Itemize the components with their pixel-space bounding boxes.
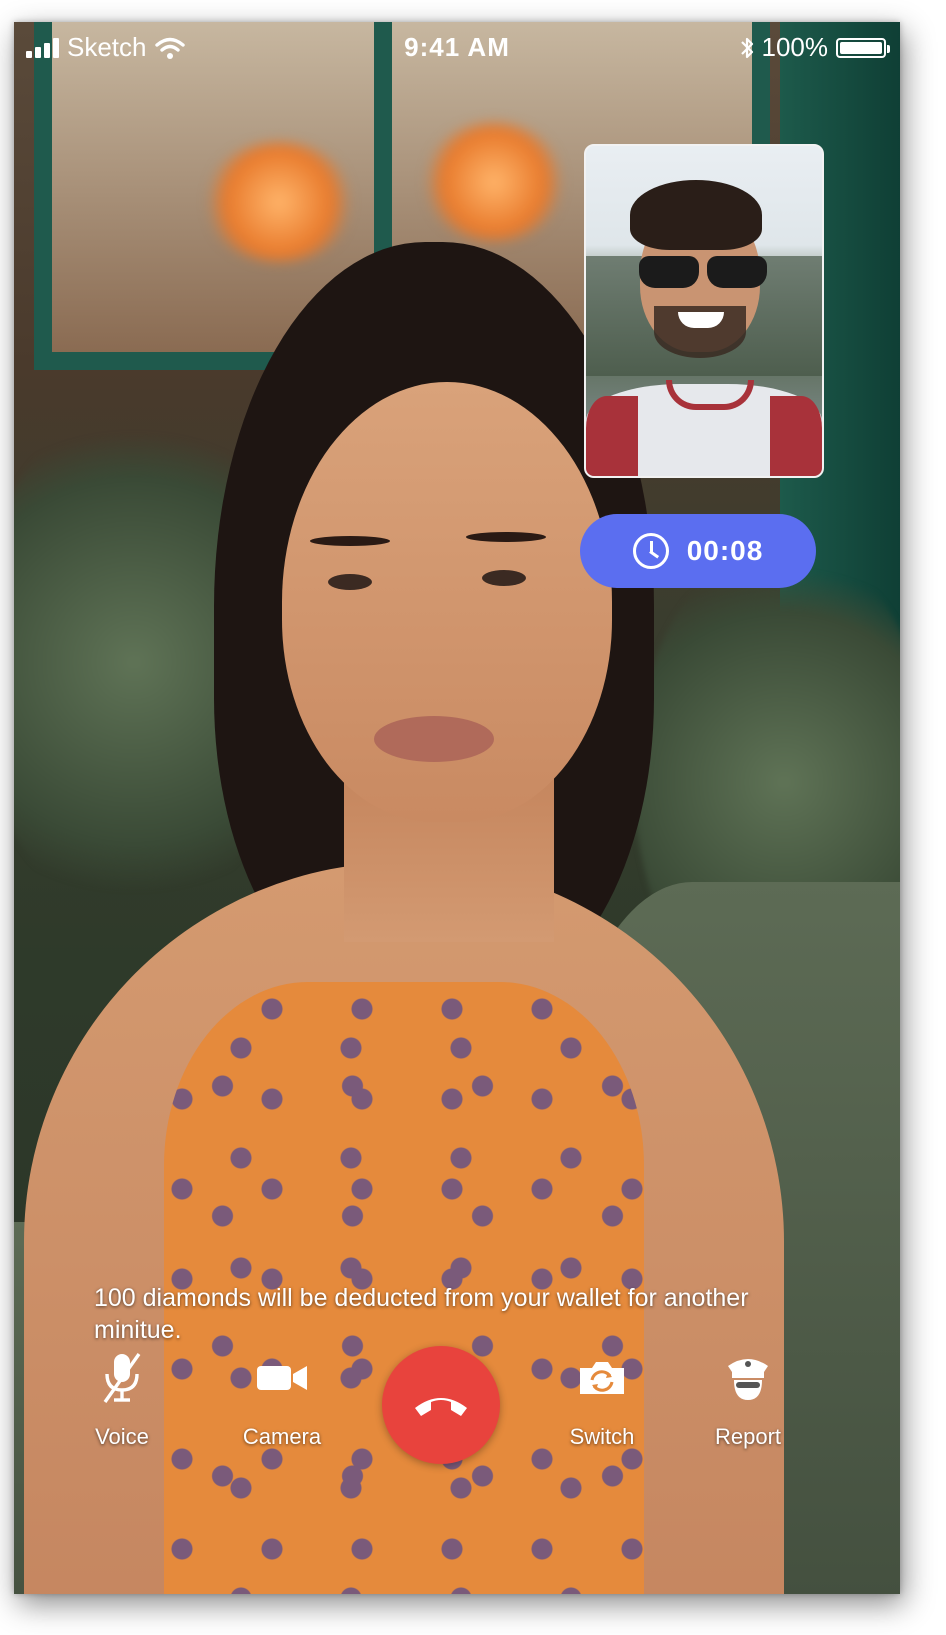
camera-label: Camera: [242, 1424, 322, 1449]
preview-hair: [630, 180, 762, 250]
status-right: 100%: [740, 32, 890, 63]
mic-off-icon: [103, 1353, 141, 1403]
call-controls: Voice Camera Switch Report: [14, 1346, 900, 1496]
report-icon: [728, 1359, 768, 1400]
camera-button[interactable]: Camera: [212, 1346, 352, 1450]
switch-camera-icon: [580, 1362, 624, 1394]
end-call-icon: [415, 1398, 467, 1416]
video-camera-icon: [257, 1366, 307, 1390]
person-lips: [374, 716, 494, 762]
billing-notice: 100 diamonds will be deducted from your …: [94, 1284, 749, 1344]
battery-level: [840, 41, 882, 54]
background-lamp: [204, 142, 354, 262]
preview-sleeve: [586, 396, 638, 476]
preview-sleeve: [770, 396, 822, 476]
end-call-button[interactable]: [382, 1346, 500, 1464]
video-call-screen: Sketch 9:41 AM 100% 00:08 100 diamonds w…: [14, 22, 900, 1594]
person-eyebrow: [310, 536, 390, 546]
report-label: Report: [714, 1424, 782, 1449]
call-duration: 00:08: [686, 535, 764, 566]
person-eye: [482, 570, 526, 586]
battery-icon: [836, 37, 890, 58]
local-video-preview[interactable]: [584, 144, 824, 478]
voice-label: Voice: [95, 1424, 149, 1449]
person-eye: [328, 574, 372, 590]
person-eyebrow: [466, 532, 546, 542]
voice-button[interactable]: Voice: [52, 1346, 192, 1450]
background-lamp: [424, 122, 564, 242]
bluetooth-icon: [740, 37, 753, 58]
preview-sunglasses: [634, 256, 772, 290]
report-button[interactable]: Report: [678, 1346, 818, 1450]
switch-camera-button[interactable]: Switch: [532, 1346, 672, 1450]
status-bar: Sketch 9:41 AM 100%: [14, 22, 900, 70]
clock-icon: [632, 533, 669, 569]
call-timer: 00:08: [580, 514, 816, 588]
switch-label: Switch: [569, 1424, 635, 1449]
battery-percent: 100%: [761, 32, 829, 62]
